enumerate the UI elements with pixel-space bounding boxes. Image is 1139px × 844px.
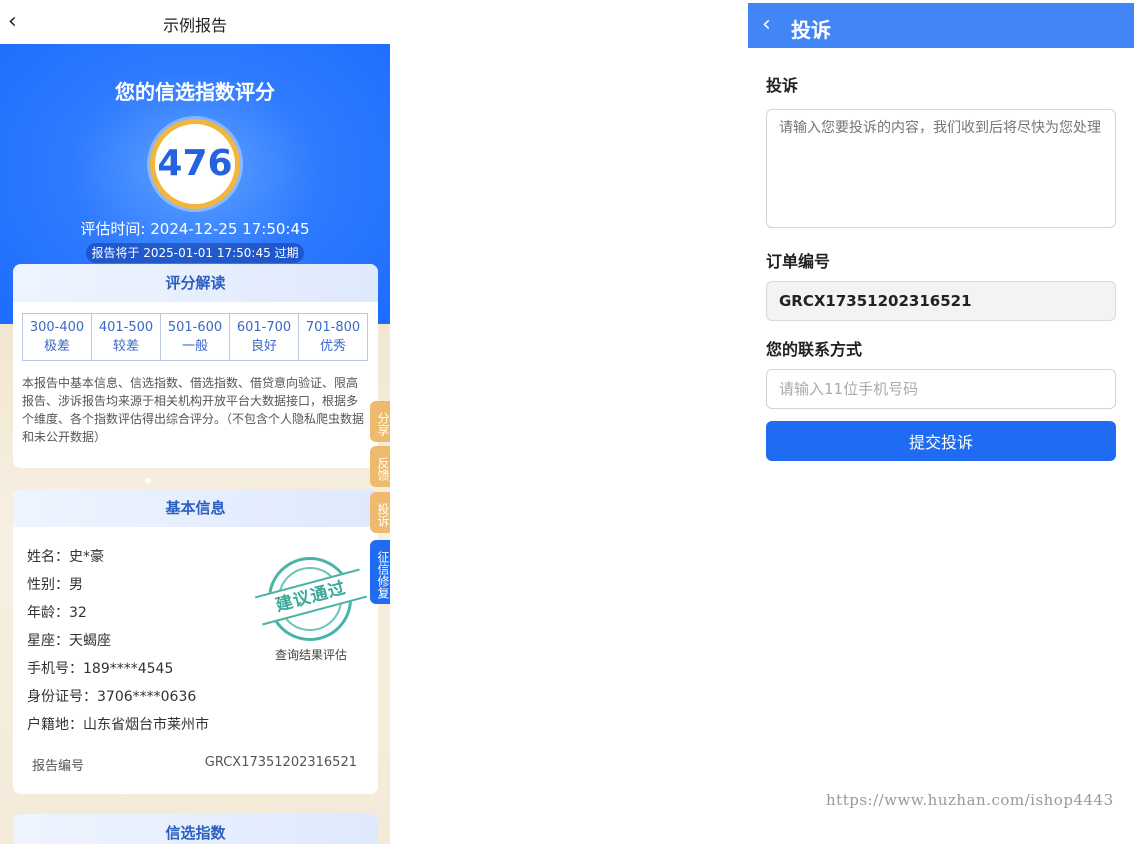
score-heading: 您的信选指数评分: [115, 80, 275, 104]
stamp-caption: 查询结果评估: [274, 648, 347, 662]
submit-complaint-button[interactable]: 提交投诉: [766, 421, 1116, 461]
side-tab-feedback[interactable]: 反馈: [370, 446, 390, 487]
range-cell: 401-500 较差: [92, 314, 161, 360]
range-value: 300-400: [29, 320, 85, 335]
watermark: https://www.huzhan.com/ishop4443: [826, 791, 1114, 809]
expire-badge: 报告将于 2025-01-01 17:50:45 过期: [86, 243, 304, 263]
page-title: 示例报告: [162, 16, 227, 35]
score-description: 本报告中基本信息、信选指数、借选指数、借贷意向验证、限高报告、涉诉报告均来源于相…: [22, 376, 365, 444]
contact-label: 您的联系方式: [766, 340, 863, 359]
report-number-label: 报告编号: [32, 759, 85, 774]
basic-info-card: 基本信息 姓名：史*豪 性别：男 年龄：32 星座：天蝎座 手机号：189***…: [13, 489, 378, 794]
info-age: 年龄：32: [27, 605, 87, 621]
range-cell: 501-600 一般: [161, 314, 230, 360]
complaint-header: ‹ 投诉: [748, 3, 1134, 48]
order-number-field: GRCX17351202316521: [766, 281, 1116, 321]
card-title: 评分解读: [13, 264, 378, 302]
report-number-value: GRCX17351202316521: [204, 755, 357, 770]
phone-input[interactable]: [766, 369, 1116, 409]
score-value: 476: [157, 143, 233, 184]
side-tab-credit-repair[interactable]: 征信修复: [370, 540, 390, 604]
range-value: 601-700: [236, 320, 292, 335]
eval-time: 评估时间: 2024-12-25 17:50:45: [80, 220, 310, 238]
info-id-number: 身份证号：3706****0636: [27, 689, 197, 705]
range-label: 一般: [181, 339, 208, 354]
complaint-title: 投诉: [791, 18, 831, 42]
range-value: 401-500: [98, 320, 154, 335]
top-nav-bar: ‹ 示例报告: [0, 0, 390, 44]
carousel-dot: [145, 478, 151, 484]
chevron-left-icon[interactable]: ‹: [762, 11, 771, 39]
side-tab-complain[interactable]: 投诉: [370, 492, 390, 533]
complaint-textarea[interactable]: [766, 109, 1116, 228]
info-hometown: 户籍地：山东省烟台市莱州市: [27, 717, 209, 733]
range-cell: 601-700 良好: [230, 314, 299, 360]
xinxuan-index-card: 信选指数: [13, 814, 378, 844]
range-label: 良好: [250, 339, 277, 354]
side-tab-share[interactable]: 分享: [370, 401, 390, 442]
score-range-table: 300-400 极差 401-500 较差 501-600 一般 601-700…: [22, 313, 368, 361]
range-label: 极差: [43, 339, 70, 354]
info-phone: 手机号：189****4545: [27, 661, 174, 677]
range-value: 501-600: [167, 320, 223, 335]
order-number-label: 订单编号: [766, 252, 831, 271]
card-title: 基本信息: [13, 489, 378, 527]
complaint-screen: ‹ 投诉 投诉 订单编号 GRCX17351202316521 您的联系方式 提…: [748, 3, 1134, 844]
score-interpretation-card: 评分解读 300-400 极差 401-500 较差 501-600 一般 60…: [13, 264, 378, 468]
range-value: 701-800: [305, 320, 361, 335]
report-screen: ‹ 示例报告 您的信选指数评分 476 评估时间: 2024-12-25 17:…: [0, 0, 390, 844]
score-ring: 476: [150, 119, 240, 209]
complaint-label: 投诉: [766, 76, 799, 95]
range-label: 优秀: [319, 339, 346, 354]
card-title: 信选指数: [13, 814, 378, 844]
range-cell: 300-400 极差: [23, 314, 92, 360]
info-name: 姓名：史*豪: [27, 549, 104, 565]
info-zodiac: 星座：天蝎座: [27, 633, 111, 649]
approval-stamp-icon: 建议通过: [254, 557, 368, 641]
range-cell: 701-800 优秀: [299, 314, 367, 360]
range-label: 较差: [112, 339, 139, 354]
info-list: 姓名：史*豪 性别：男 年龄：32 星座：天蝎座 手机号：189****4545…: [27, 547, 209, 743]
info-gender: 性别：男: [27, 577, 83, 593]
